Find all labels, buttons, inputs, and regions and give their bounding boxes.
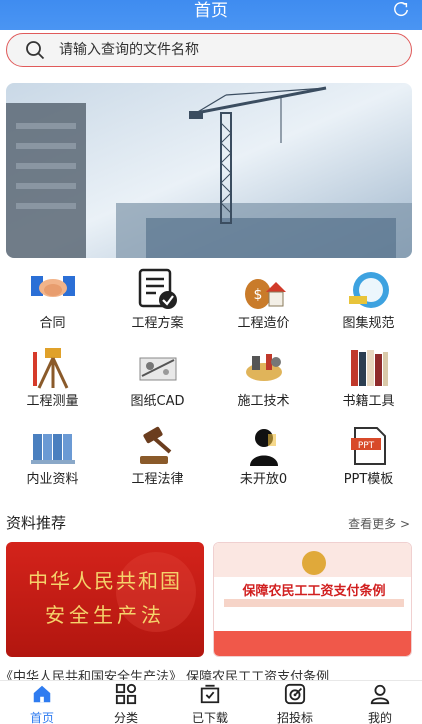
search-icon — [26, 41, 45, 60]
category-icon — [115, 683, 137, 705]
grid-item-ppt[interactable]: PPT PPT模板 — [316, 418, 421, 494]
grid-item-standards[interactable]: 图集规范 — [316, 262, 421, 338]
grid-label: 工程测量 — [26, 394, 79, 409]
tab-bidding[interactable]: 招投标 — [253, 681, 337, 724]
bidding-target-icon — [284, 683, 306, 705]
search-bar: 请输入查询的文件名称 — [0, 30, 422, 72]
svg-text:$: $ — [254, 287, 263, 303]
search-input[interactable]: 请输入查询的文件名称 — [6, 33, 412, 67]
user-icon — [370, 684, 390, 705]
recommend-card-wage-regulation[interactable]: 保障农民工工资支付条例 — [213, 542, 412, 657]
grid-label: 工程造价 — [237, 316, 290, 331]
grid-label: 图集规范 — [342, 316, 395, 331]
grid-item-survey[interactable]: 工程测量 — [0, 340, 105, 416]
file-binders-icon — [31, 434, 75, 464]
books-icon — [351, 350, 388, 386]
svg-text:PPT: PPT — [358, 441, 375, 451]
tab-label: 首页 — [29, 711, 54, 724]
card-captions: 《中华人民共和国安全生产法》 保障农民工工资支付条例 — [0, 670, 330, 680]
tab-mine[interactable]: 我的 — [338, 681, 422, 724]
handshake-icon — [31, 276, 75, 297]
grid-label: 合同 — [39, 316, 66, 331]
bottom-tab-bar: 首页 分类 已下载 招投标 我的 — [0, 680, 422, 724]
card-line1: 中华人民共和国 — [28, 569, 182, 593]
tab-label: 我的 — [367, 711, 392, 724]
card-title: 保障农民工工资支付条例 — [241, 583, 385, 599]
recommend-card-safety-law[interactable]: 中华人民共和国 安全生产法 — [6, 542, 204, 657]
section-title: 资料推荐 — [6, 514, 67, 532]
silhouette-icon — [250, 429, 278, 466]
construction-tools-icon — [246, 354, 282, 381]
grid-label: PPT模板 — [343, 472, 394, 487]
downloaded-icon — [200, 684, 220, 704]
card-image: 中华人民共和国 安全生产法 — [28, 552, 196, 632]
search-placeholder: 请输入查询的文件名称 — [59, 42, 199, 58]
grid-item-books[interactable]: 书籍工具 — [316, 340, 421, 416]
grid-label: 内业资料 — [26, 472, 79, 487]
home-icon — [33, 685, 51, 703]
drawing-tools-icon — [139, 357, 177, 381]
banner-image[interactable] — [6, 83, 412, 258]
refresh-icon[interactable] — [392, 1, 410, 19]
grid-label: 图纸CAD — [130, 394, 185, 409]
tab-downloaded[interactable]: 已下载 — [168, 681, 252, 724]
grid-item-not-open[interactable]: 未开放0 — [211, 418, 316, 494]
tab-home[interactable]: 首页 — [0, 681, 84, 724]
document-check-icon — [138, 268, 177, 309]
grid-label: 工程法律 — [131, 472, 184, 487]
card-line2: 安全生产法 — [45, 603, 165, 627]
grid-item-construction-tech[interactable]: 施工技术 — [211, 340, 316, 416]
card-image: 保障农民工工资支付条例 — [214, 543, 411, 656]
page-title: 首页 — [194, 1, 228, 21]
grid-item-engineering-plan[interactable]: 工程方案 — [105, 262, 210, 338]
gavel-icon — [140, 426, 172, 464]
recommend-section-header: 资料推荐 查看更多 > — [0, 508, 422, 538]
grid-item-contract[interactable]: 合同 — [0, 262, 105, 338]
standard-globe-icon — [349, 272, 389, 308]
tab-label: 分类 — [113, 711, 138, 724]
grid-item-law[interactable]: 工程法律 — [105, 418, 210, 494]
tab-label: 招投标 — [276, 711, 313, 724]
ppt-icon: PPT — [351, 427, 386, 465]
grid-label: 工程方案 — [131, 316, 184, 331]
grid-item-cost[interactable]: $ 工程造价 — [211, 262, 316, 338]
survey-tripod-icon — [33, 348, 69, 389]
grid-item-cad[interactable]: 图纸CAD — [105, 340, 210, 416]
grid-item-internal-docs[interactable]: 内业资料 — [0, 418, 105, 494]
tab-category[interactable]: 分类 — [84, 681, 168, 724]
view-more-link[interactable]: 查看更多 > — [348, 515, 410, 532]
grid-label: 施工技术 — [237, 394, 290, 409]
money-house-icon: $ — [245, 279, 286, 309]
tab-label: 已下载 — [191, 711, 228, 724]
grid-label: 未开放0 — [239, 472, 288, 487]
top-header: 首页 — [0, 0, 422, 30]
grid-label: 书籍工具 — [342, 394, 395, 409]
